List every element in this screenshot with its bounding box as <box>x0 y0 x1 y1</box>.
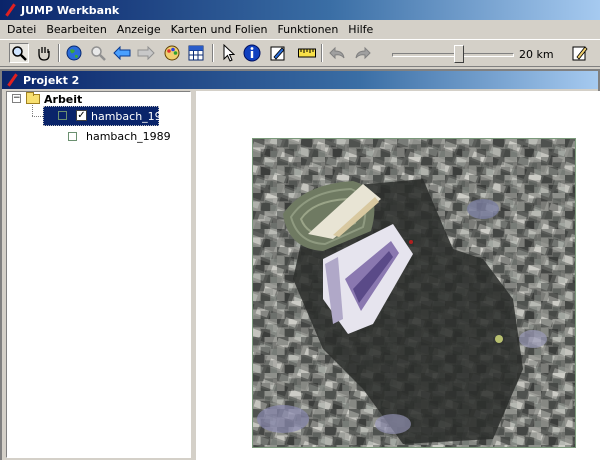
measure-ruler-icon <box>298 48 316 58</box>
measure-tool-button[interactable] <box>297 43 317 63</box>
back-button[interactable] <box>112 43 132 63</box>
grid-icon <box>188 45 204 61</box>
menu-bar: Datei Bearbeiten Anzeige Karten und Foli… <box>0 20 600 39</box>
forward-arrow-icon <box>137 46 155 60</box>
grid-button[interactable] <box>186 43 206 63</box>
menu-anzeige[interactable]: Anzeige <box>112 23 166 36</box>
category-label[interactable]: Arbeit <box>44 93 82 106</box>
select-tool-button[interactable] <box>218 43 238 63</box>
window-title: JUMP Werkbank <box>21 3 120 17</box>
menu-karten-und-folien[interactable]: Karten und Folien <box>166 23 273 36</box>
zoom-tool-button[interactable] <box>9 43 29 63</box>
toolbar: 20 km <box>0 39 600 67</box>
zoom-previous-button[interactable] <box>88 43 108 63</box>
toolbar-separator <box>58 44 60 62</box>
edit-icon <box>270 46 285 61</box>
layer-name: hambach_1989 <box>91 110 176 123</box>
note-edit-button[interactable] <box>570 43 590 63</box>
pan-tool-button[interactable] <box>34 43 54 63</box>
tree-connector <box>32 105 33 116</box>
redo-icon <box>355 46 371 60</box>
back-arrow-icon <box>113 46 131 60</box>
toolbar-separator <box>212 44 214 62</box>
layer-visibility-checkbox[interactable]: ✓ <box>76 110 87 121</box>
zoom-extent-globe-icon <box>66 45 82 61</box>
forward-button[interactable] <box>136 43 156 63</box>
zoom-icon <box>12 46 27 61</box>
info-tool-button[interactable] <box>242 43 262 63</box>
undo-icon <box>329 46 345 60</box>
raster-style-swatch-icon <box>68 132 77 141</box>
layer-style-swatch-icon <box>58 111 67 120</box>
pan-hand-icon <box>38 47 50 61</box>
layer-style-button[interactable] <box>162 43 182 63</box>
edit-tool-button[interactable] <box>268 43 288 63</box>
info-icon <box>243 44 261 62</box>
undo-button[interactable] <box>327 43 347 63</box>
zoom-extent-button[interactable] <box>64 43 84 63</box>
select-pointer-icon <box>223 44 235 62</box>
project-frame-title-bar[interactable]: Projekt 2 <box>2 71 598 89</box>
folder-icon <box>26 92 40 104</box>
scale-slider-thumb[interactable] <box>453 45 464 63</box>
satellite-raster-image <box>252 138 576 448</box>
menu-funktionen[interactable]: Funktionen <box>272 23 343 36</box>
scale-label: 20 km <box>519 48 554 61</box>
collapse-toggle-icon[interactable]: − <box>12 94 21 103</box>
layer-tree-panel <box>6 91 191 458</box>
layer-palette-icon <box>164 45 180 61</box>
note-edit-icon <box>572 46 588 61</box>
menu-bearbeiten[interactable]: Bearbeiten <box>41 23 111 36</box>
menu-hilfe[interactable]: Hilfe <box>343 23 378 36</box>
layer-name[interactable]: hambach_1989 <box>86 130 171 143</box>
project-title: Projekt 2 <box>23 73 80 87</box>
redo-button[interactable] <box>353 43 373 63</box>
jump-logo-icon <box>6 74 18 86</box>
tree-connector <box>32 116 43 117</box>
toolbar-separator <box>321 44 323 62</box>
menu-datei[interactable]: Datei <box>2 23 41 36</box>
jump-logo-icon <box>4 4 16 16</box>
window-title-bar[interactable]: JUMP Werkbank <box>0 0 600 20</box>
zoom-previous-icon <box>91 46 106 61</box>
